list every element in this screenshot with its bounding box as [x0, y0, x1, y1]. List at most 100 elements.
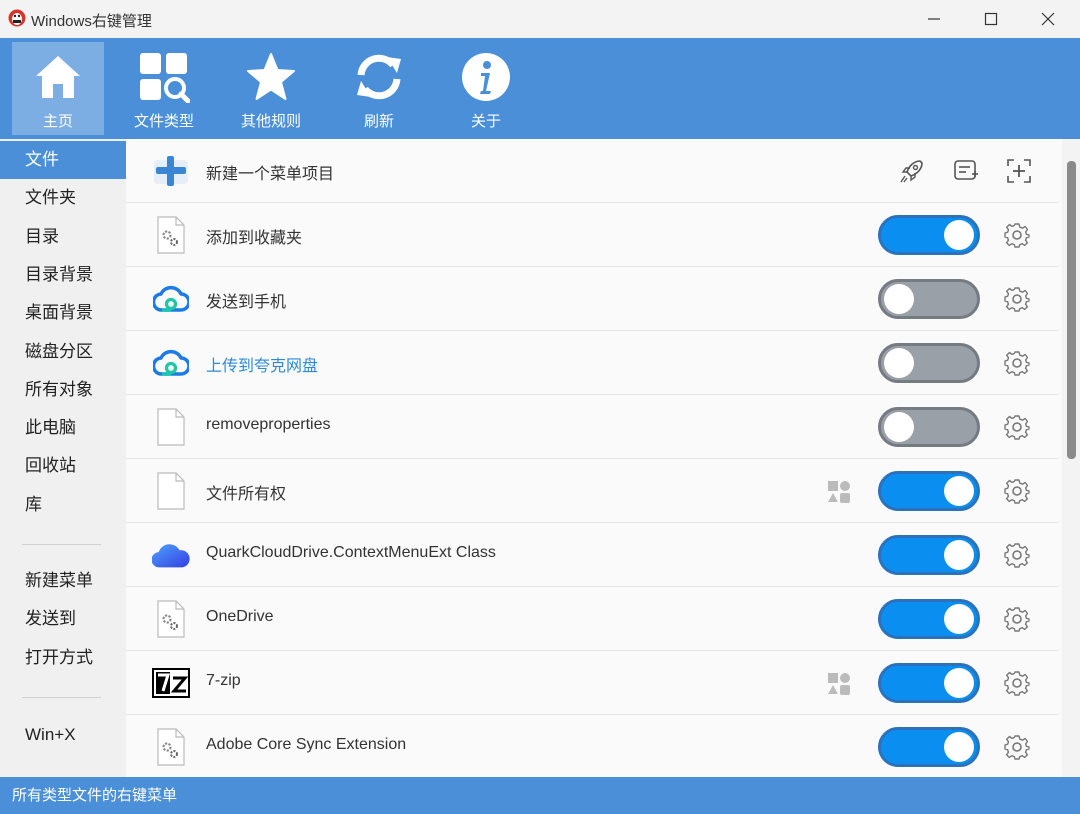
- gear-doc-icon: [152, 600, 190, 638]
- file-type-shapes-icon[interactable]: [826, 479, 852, 505]
- gear-doc-icon: [152, 728, 190, 766]
- settings-gear-icon[interactable]: [1004, 542, 1030, 568]
- enable-toggle[interactable]: [878, 407, 980, 447]
- cloud-icon: [152, 280, 190, 318]
- rocket-icon[interactable]: [898, 157, 926, 185]
- sidebar-item-directory[interactable]: 目录: [0, 218, 126, 256]
- close-button[interactable]: [1016, 0, 1080, 38]
- toggle-knob: [944, 220, 974, 250]
- new-menu-item-row[interactable]: 新建一个菜单项目: [126, 139, 1058, 203]
- sidebar-item-file[interactable]: 文件: [0, 141, 126, 179]
- toolbar-filetype-button[interactable]: 文件类型: [118, 42, 210, 135]
- settings-gear-icon[interactable]: [1004, 286, 1030, 312]
- settings-gear-icon[interactable]: [1004, 670, 1030, 696]
- toolbar-other-rules-button[interactable]: 其他规则: [225, 42, 317, 135]
- enable-toggle[interactable]: [878, 535, 980, 575]
- menu-item-name: 文件所有权: [206, 486, 287, 503]
- maximize-button[interactable]: [959, 0, 1023, 38]
- edit-list-icon[interactable]: [952, 157, 980, 185]
- menu-item-row[interactable]: OneDrive: [126, 587, 1058, 651]
- maximize-icon: [984, 12, 998, 26]
- scrollbar-thumb[interactable]: [1067, 161, 1076, 459]
- toolbar: 主页 文件类型 其他规则 刷新 关于: [0, 38, 1080, 139]
- sidebar-item-drive[interactable]: 磁盘分区: [0, 333, 126, 371]
- enable-toggle[interactable]: [878, 599, 980, 639]
- menu-item-row[interactable]: 添加到收藏夹: [126, 203, 1058, 267]
- menu-item-name: 7-zip: [206, 672, 241, 689]
- settings-gear-icon[interactable]: [1004, 222, 1030, 248]
- toolbar-about-button[interactable]: 关于: [440, 42, 532, 135]
- menu-item-name: 上传到夸克网盘: [206, 358, 319, 375]
- settings-gear-icon[interactable]: [1004, 414, 1030, 440]
- sidebar-item-folder[interactable]: 文件夹: [0, 179, 126, 217]
- menu-item-name: Adobe Core Sync Extension: [206, 736, 407, 753]
- menu-item-row[interactable]: 文件所有权: [126, 459, 1058, 523]
- sidebar-item-library[interactable]: 库: [0, 486, 126, 524]
- close-icon: [1041, 12, 1055, 26]
- toggle-knob: [944, 604, 974, 634]
- toggle-knob: [884, 284, 914, 314]
- sidebar-item-this-pc[interactable]: 此电脑: [0, 409, 126, 447]
- gear-doc-icon: [152, 216, 190, 254]
- toolbar-refresh-button[interactable]: 刷新: [333, 42, 425, 135]
- status-bar: 所有类型文件的右键菜单: [0, 777, 1080, 814]
- menu-item-row[interactable]: 7-zip: [126, 651, 1058, 715]
- sidebar-item-all-objects[interactable]: 所有对象: [0, 371, 126, 409]
- cloud-icon: [152, 344, 190, 382]
- star-icon: [244, 50, 298, 104]
- add-frame-icon[interactable]: [1005, 157, 1033, 185]
- menu-item-name: OneDrive: [206, 608, 274, 625]
- scrollbar[interactable]: [1062, 139, 1080, 777]
- sidebar-divider: [22, 697, 101, 698]
- enable-toggle[interactable]: [878, 663, 980, 703]
- menu-item-row[interactable]: 上传到夸克网盘: [126, 331, 1058, 395]
- toggle-knob: [944, 476, 974, 506]
- settings-gear-icon[interactable]: [1004, 734, 1030, 760]
- filetype-search-icon: [137, 50, 191, 104]
- sidebar-item-new-menu[interactable]: 新建菜单: [0, 562, 126, 600]
- sidebar-item-winx[interactable]: Win+X: [0, 716, 126, 754]
- menu-item-name: QuarkCloudDrive.ContextMenuExt Class: [206, 544, 496, 561]
- menu-item-row[interactable]: removeproperties: [126, 395, 1058, 459]
- settings-gear-icon[interactable]: [1004, 478, 1030, 504]
- menu-item-row[interactable]: QuarkCloudDrive.ContextMenuExt Class: [126, 523, 1058, 587]
- settings-gear-icon[interactable]: [1004, 606, 1030, 632]
- settings-gear-icon[interactable]: [1004, 350, 1030, 376]
- menu-item-row[interactable]: Adobe Core Sync Extension: [126, 715, 1058, 777]
- status-text: 所有类型文件的右键菜单: [12, 787, 178, 804]
- toggle-knob: [944, 668, 974, 698]
- menu-item-name: 发送到手机: [206, 294, 287, 311]
- enable-toggle[interactable]: [878, 343, 980, 383]
- new-menu-item-label: 新建一个菜单项目: [206, 166, 335, 183]
- toggle-knob: [884, 348, 914, 378]
- minimize-button[interactable]: [902, 0, 966, 38]
- toggle-knob: [944, 732, 974, 762]
- add-icon: [152, 152, 190, 190]
- sidebar: 文件 文件夹 目录 目录背景 桌面背景 磁盘分区 所有对象 此电脑 回收站 库 …: [0, 139, 126, 777]
- file-type-shapes-icon[interactable]: [826, 671, 852, 697]
- title-bar: Windows右键管理: [0, 0, 1080, 38]
- enable-toggle[interactable]: [878, 727, 980, 767]
- minimize-icon: [928, 18, 940, 20]
- blank-doc-icon: [152, 408, 190, 446]
- sidebar-item-desktop-background[interactable]: 桌面背景: [0, 294, 126, 332]
- home-icon: [31, 50, 85, 104]
- sidebar-divider: [22, 544, 101, 545]
- sidebar-item-open-with[interactable]: 打开方式: [0, 639, 126, 677]
- 7zip-icon: [152, 664, 190, 702]
- toggle-knob: [944, 540, 974, 570]
- refresh-icon: [352, 50, 406, 104]
- info-icon: [459, 50, 513, 104]
- toolbar-home-button[interactable]: 主页: [12, 42, 104, 135]
- sidebar-item-directory-background[interactable]: 目录背景: [0, 256, 126, 294]
- enable-toggle[interactable]: [878, 215, 980, 255]
- menu-item-name: 添加到收藏夹: [206, 230, 303, 247]
- menu-item-row[interactable]: 发送到手机: [126, 267, 1058, 331]
- enable-toggle[interactable]: [878, 471, 980, 511]
- toggle-knob: [884, 412, 914, 442]
- enable-toggle[interactable]: [878, 279, 980, 319]
- menu-item-name: removeproperties: [206, 416, 331, 433]
- sidebar-item-send-to[interactable]: 发送到: [0, 600, 126, 638]
- menu-item-list: 新建一个菜单项目 添加到收藏夹 发送到手机上传到夸克网盘 removepropert…: [126, 139, 1080, 777]
- sidebar-item-recycle-bin[interactable]: 回收站: [0, 447, 126, 485]
